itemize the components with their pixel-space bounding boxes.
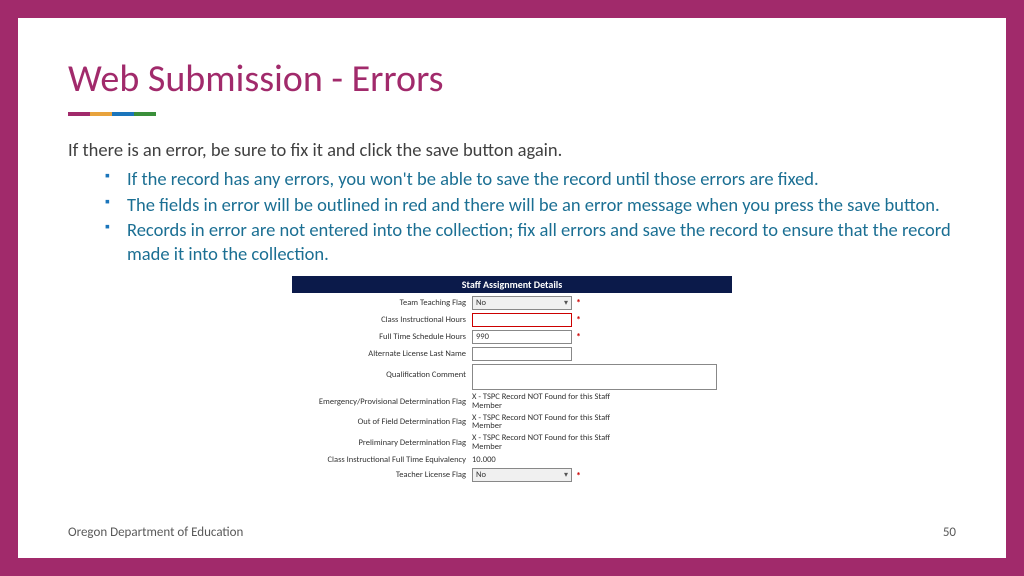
qualification-comment-textarea[interactable] — [472, 364, 717, 390]
readonly-value: X - TSPC Record NOT Found for this Staff… — [472, 393, 622, 411]
field-label: Team Teaching Flag — [292, 298, 472, 308]
field-label: Class Instructional Full Time Equivalenc… — [292, 455, 472, 465]
field-label: Emergency/Provisional Determination Flag — [292, 397, 472, 407]
required-asterisk-icon: * — [576, 330, 581, 343]
team-teaching-select[interactable]: No — [472, 296, 572, 310]
form-row-prelim: Preliminary Determination Flag X - TSPC … — [292, 434, 732, 452]
readonly-value: 10.000 — [472, 456, 496, 465]
class-hours-input[interactable] — [472, 313, 572, 327]
teacher-license-select[interactable]: No — [472, 468, 572, 482]
form-row-full-time: Full Time Schedule Hours 990 * — [292, 330, 732, 344]
footer-organization: Oregon Department of Education — [68, 525, 243, 540]
field-label: Alternate License Last Name — [292, 349, 472, 359]
slide-outer-frame: Web Submission - Errors If there is an e… — [0, 0, 1024, 576]
field-label: Qualification Comment — [292, 364, 472, 380]
footer-page-number: 50 — [943, 525, 956, 540]
intro-text: If there is an error, be sure to fix it … — [68, 138, 956, 161]
form-row-class-hours: Class Instructional Hours * — [292, 313, 732, 327]
field-label: Out of Field Determination Flag — [292, 417, 472, 427]
readonly-value: X - TSPC Record NOT Found for this Staff… — [472, 414, 622, 432]
field-label: Class Instructional Hours — [292, 315, 472, 325]
bullet-item: Records in error are not entered into th… — [123, 218, 956, 265]
field-label: Full Time Schedule Hours — [292, 332, 472, 342]
field-label: Teacher License Flag — [292, 470, 472, 480]
embedded-form-screenshot: Staff Assignment Details Team Teaching F… — [292, 276, 732, 483]
page-title: Web Submission - Errors — [68, 56, 956, 102]
alt-license-input[interactable] — [472, 347, 572, 361]
form-row-qualification-comment: Qualification Comment — [292, 364, 732, 390]
bullet-list: If the record has any errors, you won't … — [68, 167, 956, 266]
form-row-alt-license: Alternate License Last Name — [292, 347, 732, 361]
bullet-item: The fields in error will be outlined in … — [123, 193, 956, 217]
required-asterisk-icon: * — [576, 296, 581, 309]
required-asterisk-icon: * — [576, 469, 581, 482]
form-row-emergency: Emergency/Provisional Determination Flag… — [292, 393, 732, 411]
readonly-value: X - TSPC Record NOT Found for this Staff… — [472, 434, 622, 452]
form-row-outfield: Out of Field Determination Flag X - TSPC… — [292, 414, 732, 432]
form-row-team-teaching: Team Teaching Flag No * — [292, 296, 732, 310]
form-row-fte: Class Instructional Full Time Equivalenc… — [292, 455, 732, 465]
form-row-teacher-license: Teacher License Flag No * — [292, 468, 732, 482]
field-label: Preliminary Determination Flag — [292, 438, 472, 448]
bullet-item: If the record has any errors, you won't … — [123, 167, 956, 191]
slide-body: Web Submission - Errors If there is an e… — [18, 18, 1006, 558]
full-time-hours-input[interactable]: 990 — [472, 330, 572, 344]
required-asterisk-icon: * — [576, 313, 581, 326]
form-header-bar: Staff Assignment Details — [292, 276, 732, 293]
title-accent-bar — [68, 112, 156, 116]
